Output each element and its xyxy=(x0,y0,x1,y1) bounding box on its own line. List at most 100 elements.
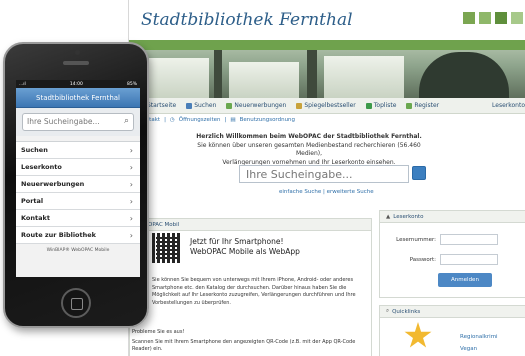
login-button[interactable]: Anmelden xyxy=(438,273,492,287)
header-square-2 xyxy=(479,12,491,24)
chevron-right-icon: › xyxy=(129,230,133,240)
mobile-search-input[interactable]: Ihre Sucheingabe... ⌕ xyxy=(22,113,134,131)
desktop-search-input[interactable]: Ihre Sucheingabe... xyxy=(239,165,409,183)
mobile-menu-kontakt[interactable]: Kontakt › xyxy=(16,210,140,227)
site-header: Stadtbibliothek Fernthal xyxy=(129,0,525,40)
header-square-3 xyxy=(495,12,507,24)
magnifier-icon: ⌕ xyxy=(386,308,390,314)
mobile-menu-neuerwerbungen[interactable]: Neuerwerbungen › xyxy=(16,176,140,193)
subnav-separator: | xyxy=(164,117,166,123)
nav-label: Topliste xyxy=(373,102,397,109)
mobile-promo: Jetzt für Ihr Smartphone! WebOPAC Mobile… xyxy=(190,237,300,257)
account-login-panel: ▲ Leserkonto Lesernummer: Passwort: Anme… xyxy=(379,210,525,298)
banner-pillar xyxy=(307,50,317,98)
password-label: Passwort: xyxy=(409,257,436,263)
search-mode-links[interactable]: einfache Suche | erweiterte Suche xyxy=(279,189,374,195)
mobile-search-area: Ihre Sucheingabe... ⌕ xyxy=(16,108,140,136)
user-icon: ▲ xyxy=(386,213,391,220)
password-input[interactable] xyxy=(440,254,498,265)
nav-leserkonto[interactable]: Leserkonto xyxy=(492,102,525,109)
home-button[interactable] xyxy=(61,288,91,318)
nav-suchen[interactable]: Suchen xyxy=(186,102,216,109)
card-number-input[interactable] xyxy=(440,234,498,245)
quicklinks-panel: ⌕ Quicklinks Regionalkrimi Vegan xyxy=(379,305,525,356)
panel-header: ▲ Leserkonto xyxy=(380,211,525,223)
mobile-footer: WinBIAP® WebOPAC Mobile xyxy=(46,248,110,253)
subnav-benutzungsordnung[interactable]: Benutzungsordnung xyxy=(240,117,295,123)
mobile-description: Sie können Sie bequem von unterwegs mit … xyxy=(152,277,356,306)
banner-shelf xyxy=(324,56,404,98)
desktop-webopac-view: Stadtbibliothek Fernthal Startseite Such… xyxy=(128,0,525,356)
chevron-right-icon: › xyxy=(129,213,133,223)
header-square-4 xyxy=(511,12,523,24)
nav-label: Neuerwerbungen xyxy=(234,102,287,109)
nav-label: Leserkonto xyxy=(492,102,525,109)
menu-label: Neuerwerbungen xyxy=(21,180,85,188)
site-title[interactable]: Stadtbibliothek Fernthal xyxy=(141,10,353,30)
library-photo-banner xyxy=(129,40,525,98)
nav-label: Register xyxy=(414,102,440,109)
subnav-separator: | xyxy=(224,117,227,123)
nav-label: Startseite xyxy=(147,102,177,109)
banner-staircase xyxy=(419,52,509,98)
chart-icon xyxy=(296,102,303,109)
star-icon xyxy=(365,102,372,109)
banner-pillar xyxy=(214,50,222,98)
panel-header: ⌕ Quicklinks xyxy=(380,306,525,318)
quicklink-item[interactable]: Regionalkrimi xyxy=(460,334,498,340)
nav-register[interactable]: Register xyxy=(406,102,439,109)
star-icon xyxy=(404,322,432,348)
sub-navigation: Kontakt | ◷ Öffnungszeiten | ▤ Benutzung… xyxy=(129,114,525,126)
menu-label: Leserkonto xyxy=(21,163,62,171)
search-icon xyxy=(186,102,193,109)
camera-icon xyxy=(75,50,80,55)
mobile-menu: Suchen › Leserkonto › Neuerwerbungen › P… xyxy=(16,141,140,244)
panel-title: Quicklinks xyxy=(392,308,421,315)
chevron-right-icon: › xyxy=(129,179,133,189)
quicklink-item[interactable]: Vegan xyxy=(460,346,477,352)
mobile-menu-portal[interactable]: Portal › xyxy=(16,193,140,210)
chevron-right-icon: › xyxy=(129,162,133,172)
clock-icon: ◷ xyxy=(169,117,175,123)
phone-screen: ...ıl 14:00 85% Stadtbibliothek Fernthal… xyxy=(16,80,140,277)
list-icon xyxy=(406,102,413,109)
nav-topliste[interactable]: Topliste xyxy=(365,102,397,109)
banner-shelf xyxy=(229,62,299,98)
menu-label: Suchen xyxy=(21,146,48,154)
menu-label: Portal xyxy=(21,197,44,205)
nav-label: Suchen xyxy=(194,102,217,109)
subnav-oeffnungszeiten[interactable]: Öffnungszeiten xyxy=(179,117,221,123)
welcome-text: Herzlich Willkommen beim WebOPAC der Sta… xyxy=(189,133,429,167)
new-items-icon xyxy=(226,102,233,109)
qr-code-image xyxy=(152,233,182,263)
signal-icon: ...ıl xyxy=(19,81,26,87)
header-square-1 xyxy=(463,12,475,24)
search-icon[interactable]: ⌕ xyxy=(124,116,129,126)
mobile-menu-suchen[interactable]: Suchen › xyxy=(16,142,140,159)
promo-line-1: Jetzt für Ihr Smartphone! xyxy=(190,237,284,246)
status-bar: ...ıl 14:00 85% xyxy=(16,80,140,88)
menu-label: Kontakt xyxy=(21,214,50,222)
banner-shelf xyxy=(149,58,209,98)
welcome-line-2: Sie können über unseren gesamten Medienb… xyxy=(197,141,421,158)
smartphone-device: ...ıl 14:00 85% Stadtbibliothek Fernthal… xyxy=(3,42,149,328)
welcome-line-1: Herzlich Willkommen beim WebOPAC der Sta… xyxy=(196,133,422,140)
nav-label: Spiegelbestseller xyxy=(304,102,356,109)
main-navigation: Startseite Suchen Neuerwerbungen Spiegel… xyxy=(129,98,525,114)
speaker-grill xyxy=(63,61,89,65)
battery-icon: 85% xyxy=(126,81,137,87)
banner-green-band xyxy=(129,40,525,50)
promo-line-2: WebOPAC Mobile als WebApp xyxy=(190,247,300,256)
menu-label: Route zur Bibliothek xyxy=(21,231,96,239)
chevron-right-icon: › xyxy=(129,145,133,155)
document-icon: ▤ xyxy=(230,117,236,123)
status-time: 14:00 xyxy=(69,81,83,87)
mobile-menu-route[interactable]: Route zur Bibliothek › xyxy=(16,227,140,244)
chevron-right-icon: › xyxy=(129,196,133,206)
nav-neuerwerbungen[interactable]: Neuerwerbungen xyxy=(226,102,286,109)
mobile-search-placeholder: Ihre Sucheingabe... xyxy=(27,117,100,126)
nav-spiegelbestseller[interactable]: Spiegelbestseller xyxy=(296,102,356,109)
mobile-menu-leserkonto[interactable]: Leserkonto › xyxy=(16,159,140,176)
search-button[interactable] xyxy=(412,166,426,180)
card-number-label: Lesernummer: xyxy=(396,237,436,243)
